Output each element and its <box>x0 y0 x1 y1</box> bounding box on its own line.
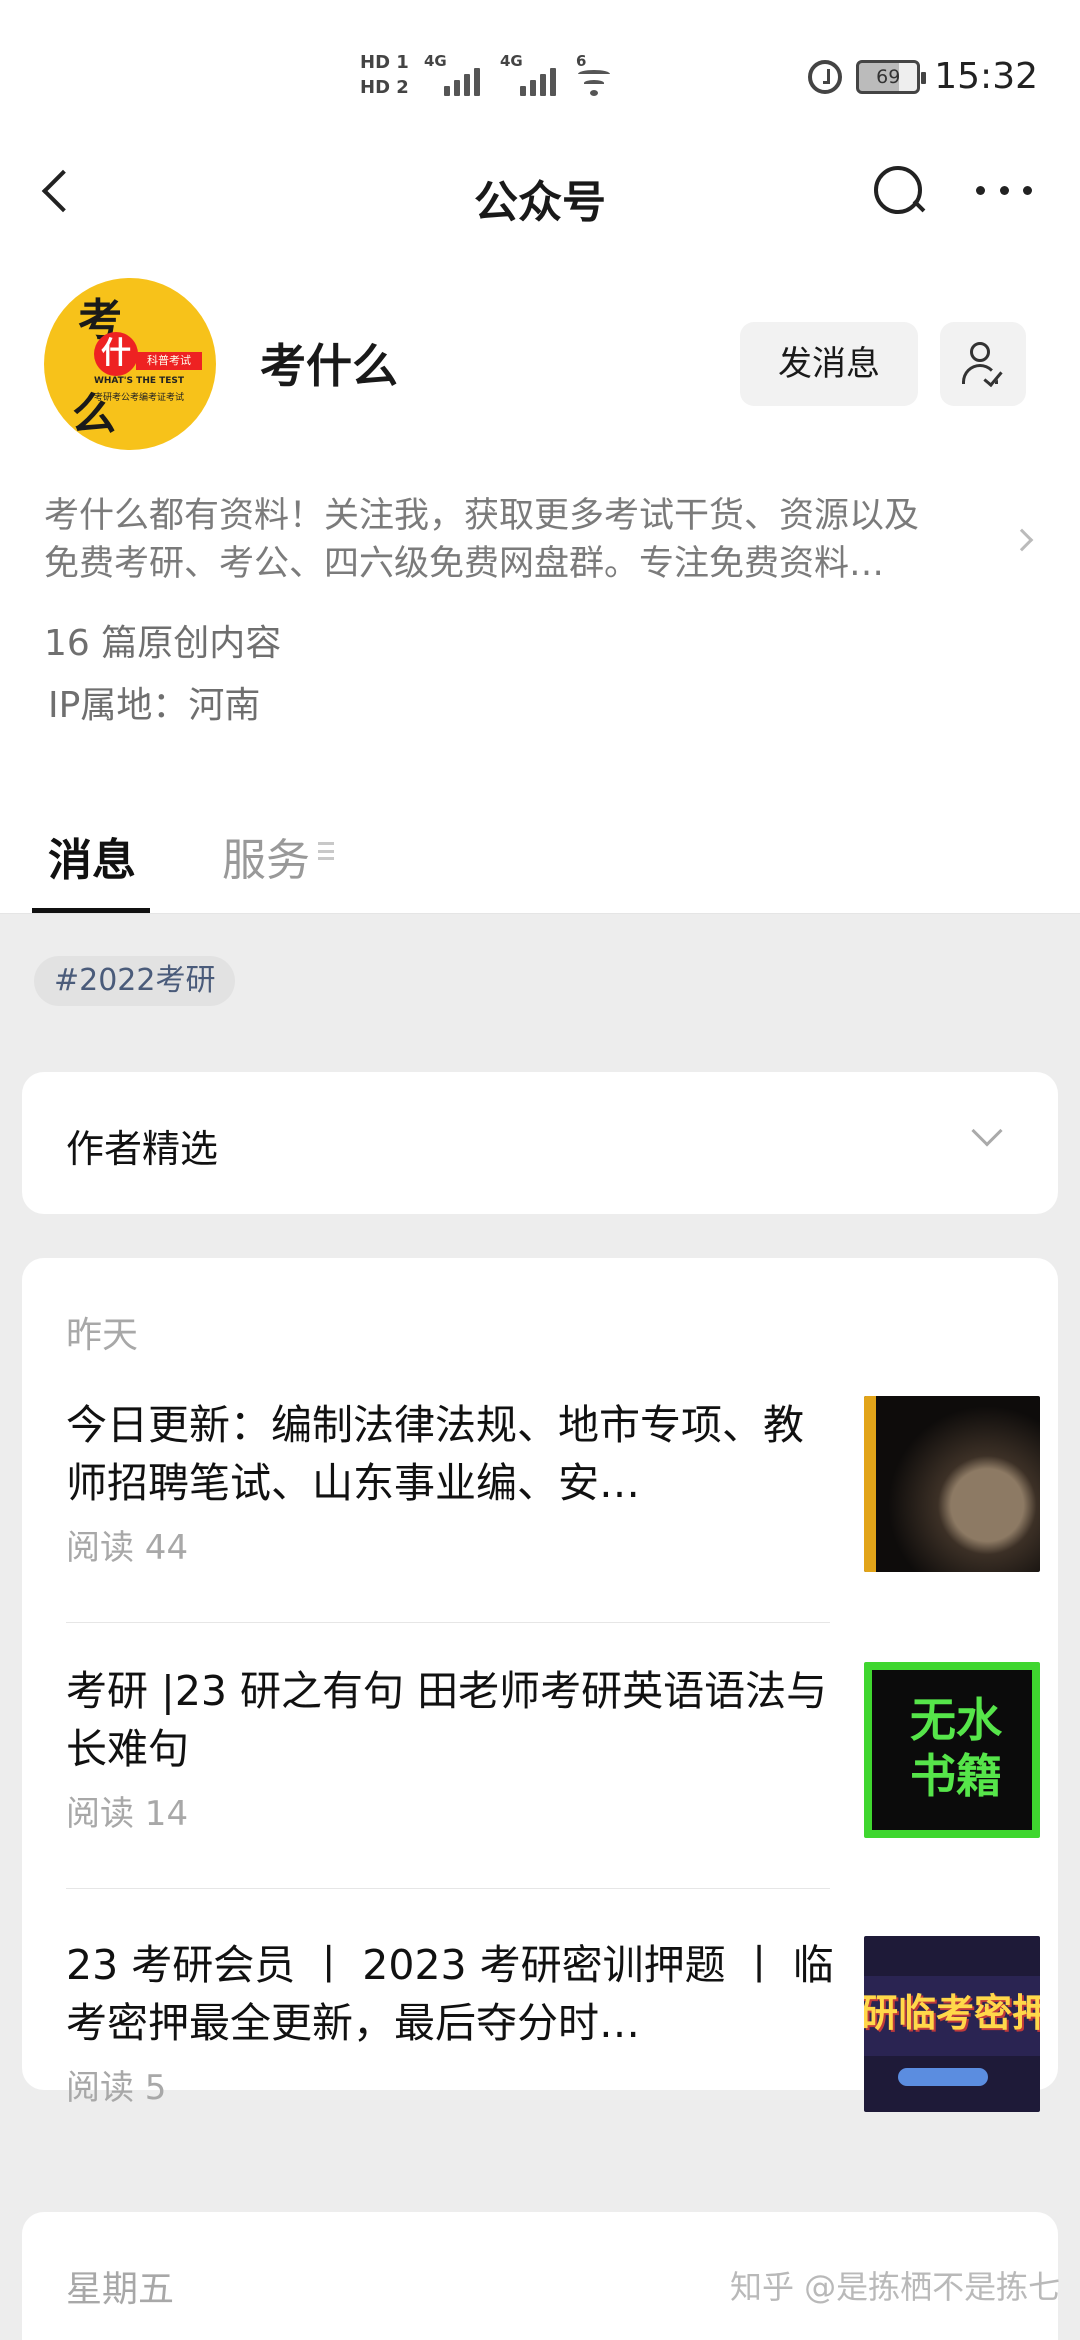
list-item[interactable]: 考研 |23 研之有句 田老师考研英语语法与长难句 阅读 14 无水 书籍 <box>66 1662 1040 1890</box>
tab-services[interactable]: 服务 <box>222 824 310 888</box>
user-check-icon <box>970 342 990 362</box>
wechat-official-account-page: HD 1 HD 2 4G 4G 6 69 15:32 公众号 考 什 科普考试 … <box>0 0 1080 2340</box>
article-title: 23 考研会员 丨 2023 考研密训押题 丨 临考密押最全更新，最后夺分时… <box>66 1941 834 2047</box>
list-item[interactable]: 今日更新：编制法律法规、地市专项、教师招聘笔试、山东事业编、安… 阅读 44 <box>66 1396 1040 1624</box>
article-reads: 阅读 44 <box>66 1528 189 1568</box>
account-description[interactable]: 考什么都有资料！关注我，获取更多考试干货、资源以及 免费考研、考公、四六级免费网… <box>44 492 1004 588</box>
send-message-button[interactable]: 发消息 <box>740 322 918 406</box>
article-title: 考研 |23 研之有句 田老师考研英语语法与长难句 <box>66 1667 828 1773</box>
network2-label: 4G <box>500 52 523 70</box>
nav-bar: 公众号 <box>0 140 1080 240</box>
thumbnail-text: 书籍 <box>910 1749 1002 1803</box>
thumbnail-text: 研临考密押 <box>864 1991 1040 2035</box>
thumbnail-text: 无水 <box>910 1693 1002 1747</box>
avatar-char-2: 什 <box>94 332 138 376</box>
more-icon[interactable] <box>976 180 1032 200</box>
tab-messages[interactable]: 消息 <box>48 824 136 888</box>
article-reads: 阅读 14 <box>66 1794 189 1834</box>
status-bar: HD 1 HD 2 4G 4G 6 69 15:32 <box>0 0 1080 140</box>
article-thumbnail <box>864 1396 1040 1572</box>
signal-group: 4G 4G 6 <box>424 52 636 96</box>
account-name: 考什么 <box>260 339 398 393</box>
wifi-icon: 6 <box>576 52 636 96</box>
wifi-label: 6 <box>576 52 587 70</box>
day-label: 昨天 <box>66 1315 139 1356</box>
avatar-sub: 考研考公考编考证考试 <box>93 393 184 403</box>
signal-icon-2: 4G <box>500 52 560 96</box>
list-item[interactable]: 23 考研会员 丨 2023 考研密训押题 丨 临考密押最全更新，最后夺分时… … <box>66 1936 1040 2164</box>
description-line-2: 免费考研、考公、四六级免费网盘群。专注免费资料… <box>44 544 885 584</box>
author-select-card[interactable]: 作者精选 <box>22 1072 1058 1214</box>
chevron-down-icon <box>971 1115 1003 1147</box>
status-right: 69 15:32 <box>808 56 1038 97</box>
avatar-char-3: 么 <box>72 389 116 440</box>
tab-bar: 消息 服务 <box>0 820 1080 914</box>
message-feed[interactable]: #2022考研 作者精选 昨天 今日更新：编制法律法规、地市专项、教师招聘笔试、… <box>0 914 1080 2340</box>
article-thumbnail: 研临考密押 <box>864 1936 1040 2112</box>
battery-icon: 69 <box>856 59 927 94</box>
alarm-icon <box>808 59 843 94</box>
followed-button[interactable] <box>940 322 1026 406</box>
menu-icon[interactable] <box>318 842 334 860</box>
hd2-label: HD 2 <box>360 77 409 99</box>
ip-location: IP属地：河南 <box>48 685 261 726</box>
active-tab-indicator <box>32 908 150 913</box>
hd1-label: HD 1 <box>360 52 409 73</box>
article-reads: 阅读 5 <box>66 2068 167 2108</box>
article-thumbnail: 无水 书籍 <box>864 1662 1040 1838</box>
hashtag-chip[interactable]: #2022考研 <box>34 956 236 1006</box>
chevron-right-icon[interactable] <box>1010 528 1034 552</box>
divider <box>66 1622 830 1623</box>
status-time: 15:32 <box>934 56 1038 97</box>
signal-icon: 4G <box>424 52 484 96</box>
watermark: 知乎 @是拣栖不是拣七 <box>730 2268 1061 2306</box>
article-title: 今日更新：编制法律法规、地市专项、教师招聘笔试、山东事业编、安… <box>66 1401 804 1507</box>
network1-label: 4G <box>424 52 447 70</box>
author-select-label: 作者精选 <box>66 1127 219 1171</box>
avatar-en: WHAT'S THE TEST <box>93 376 185 386</box>
description-line-1: 考什么都有资料！关注我，获取更多考试干货、资源以及 <box>44 496 920 536</box>
search-icon[interactable] <box>870 162 926 218</box>
divider <box>66 1888 830 1889</box>
avatar-tag: 科普考试 <box>136 352 202 370</box>
article-count: 16 篇原创内容 <box>44 623 282 664</box>
hd-indicator: HD 1 HD 2 <box>360 50 418 100</box>
avatar[interactable]: 考 什 科普考试 么 WHAT'S THE TEST 考研考公考编考证考试 <box>44 278 216 450</box>
day-label: 星期五 <box>66 2269 175 2310</box>
battery-level: 69 <box>876 65 901 88</box>
